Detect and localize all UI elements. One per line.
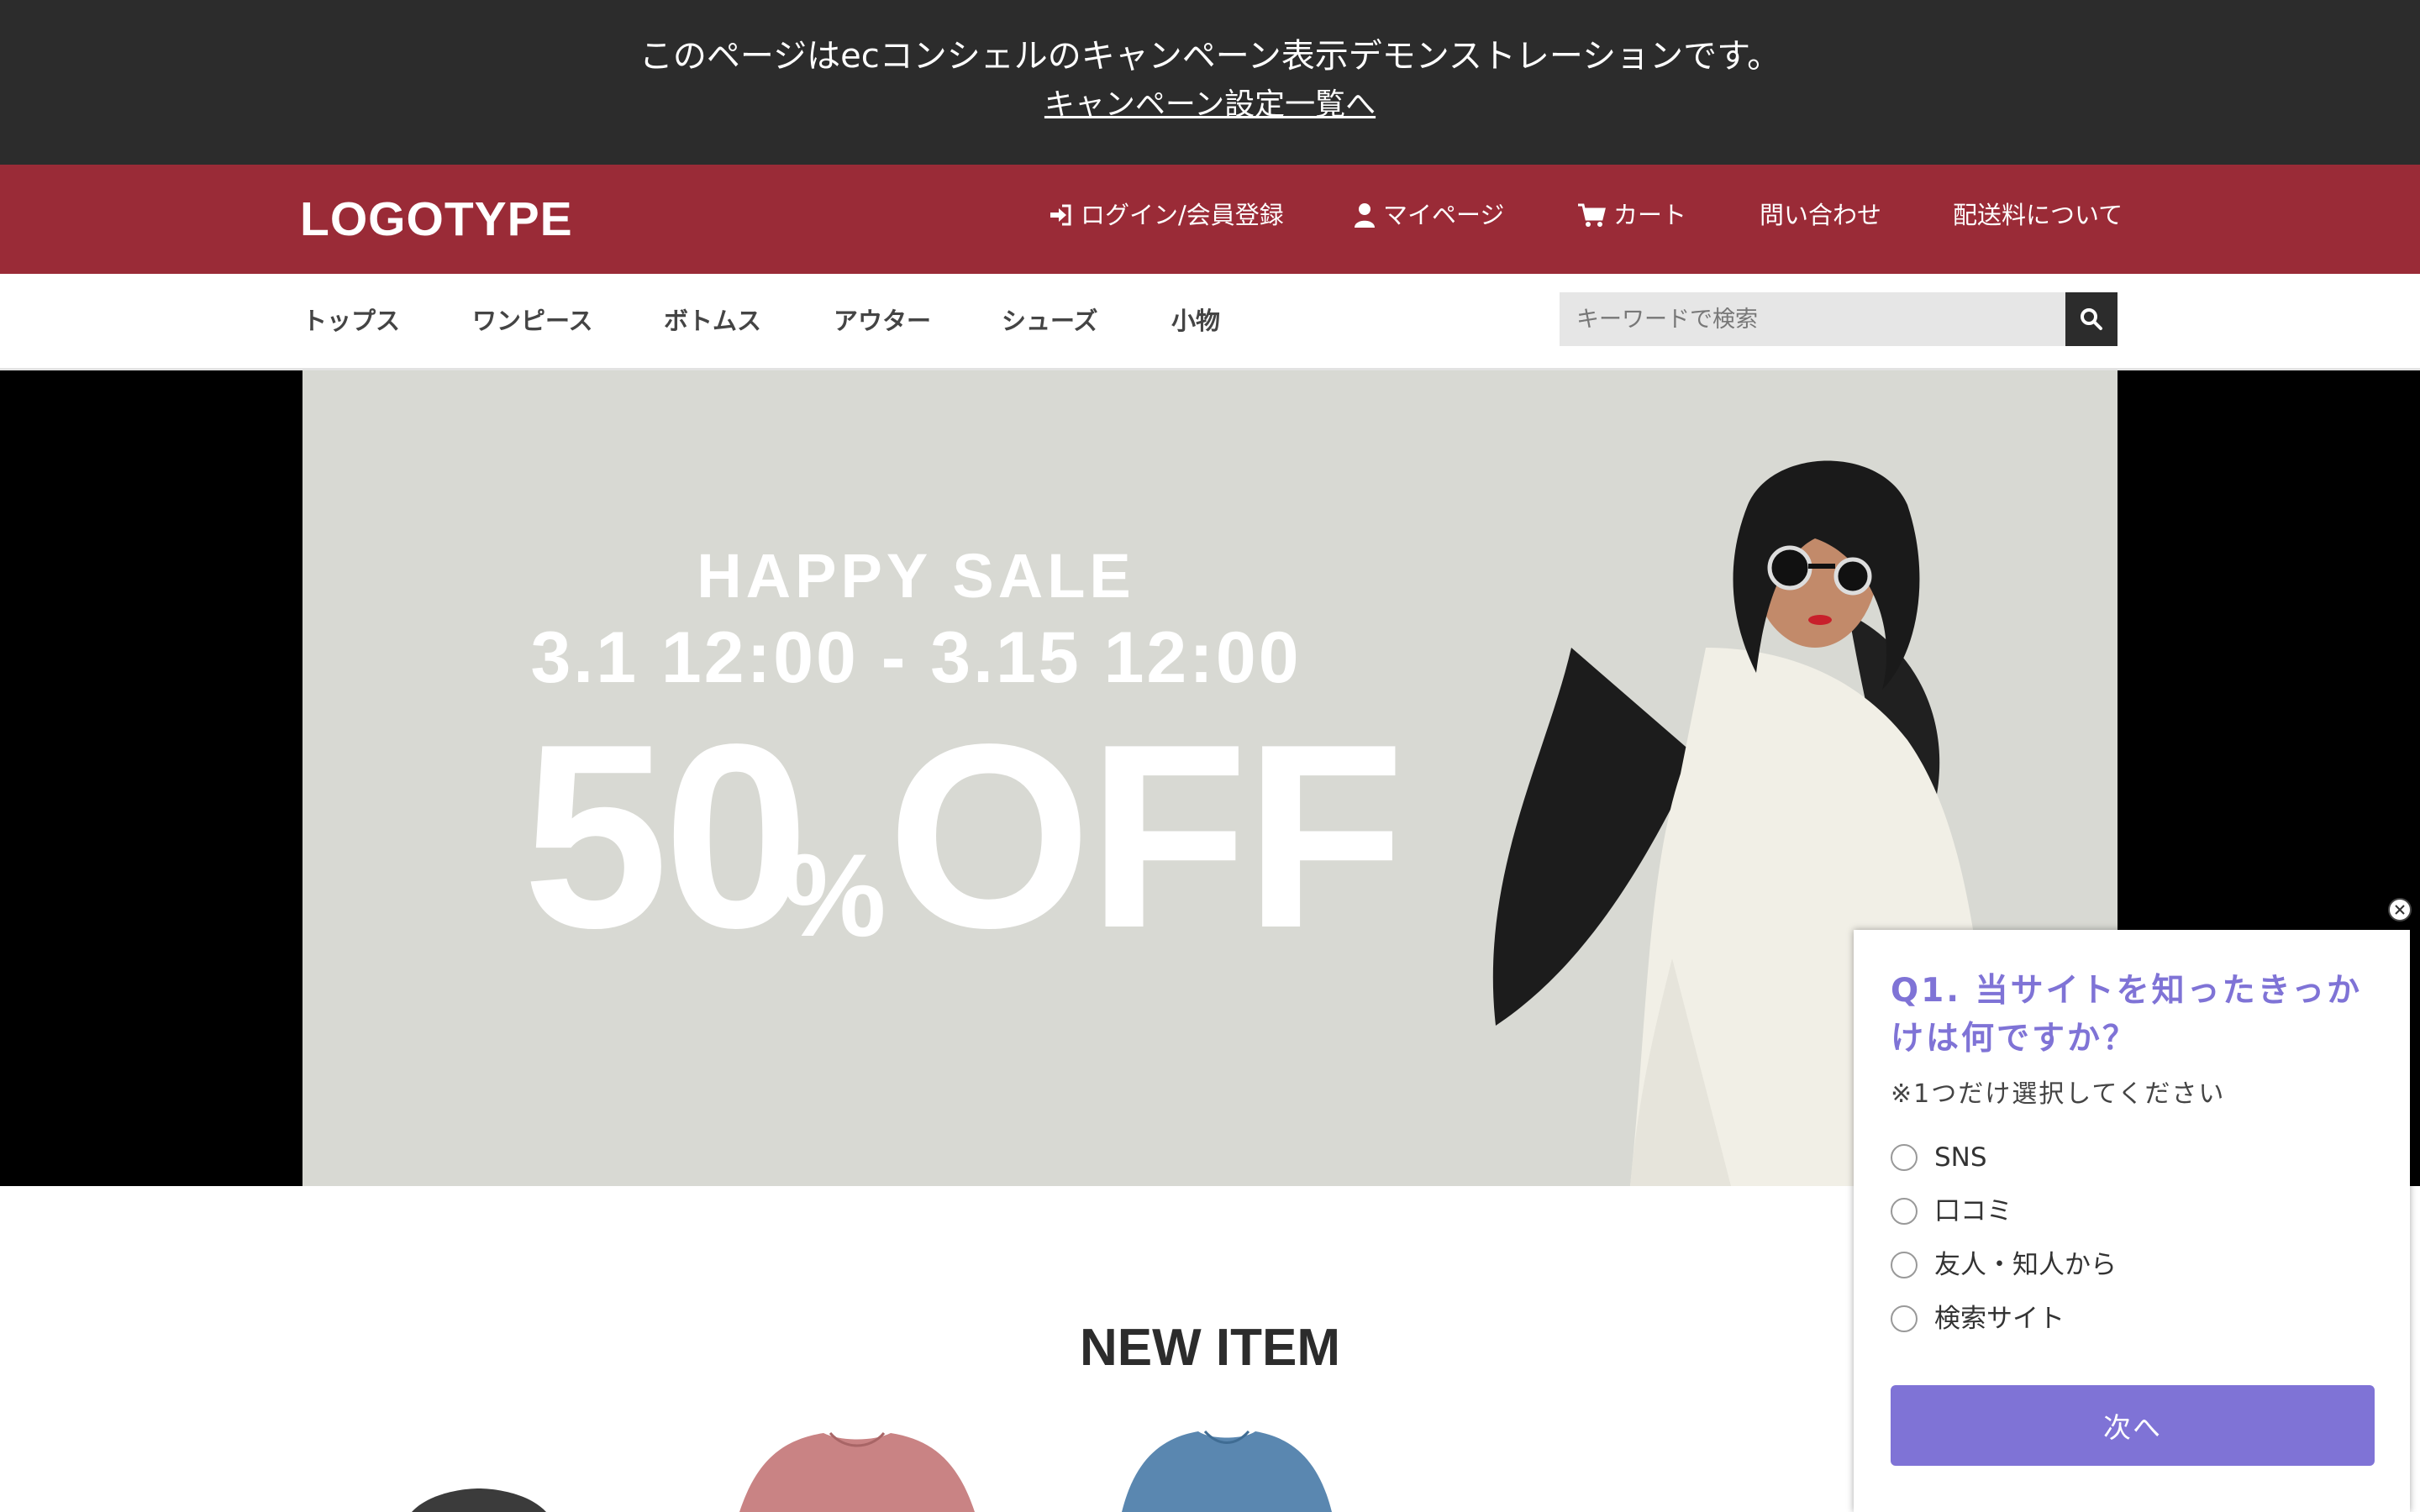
user-icon [1355,203,1375,228]
survey-popup: Q1. 当サイトを知ったきっかけは何ですか？ ※1つだけ選択してください SNS… [1854,930,2410,1512]
cart-link[interactable]: カート [1576,198,1686,232]
category-shoes[interactable]: シューズ [1002,302,1098,339]
mypage-link[interactable]: マイページ [1353,198,1504,232]
survey-option-word-of-mouth[interactable]: 口コミ [1891,1194,2012,1228]
hero-banner[interactable]: HAPPY SALE 3.1 12:00 - 3.15 12:00 50 % O… [302,370,2118,1186]
survey-option-label: SNS [1934,1142,1987,1173]
hero-discount-word: OFF [887,690,1405,983]
survey-option-label: 口コミ [1934,1196,2012,1226]
search-input[interactable] [1560,292,2065,346]
cart-icon [1578,203,1606,227]
demo-banner: このページはecコンシェルのキャンペーン表示デモンストレーションです。 キャンペ… [0,0,2420,165]
product-thumbnail[interactable] [1118,1425,1336,1512]
radio-button[interactable] [1891,1144,1918,1171]
category-nav: トップス ワンピース ボトムス アウター シューズ 小物 [0,274,2420,370]
hero-discount-number: 50 [523,690,809,983]
survey-close-button[interactable] [2388,898,2412,921]
hero-sale-title: HAPPY SALE [697,541,1135,611]
login-register-link[interactable]: ログイン/会員登録 [1047,198,1284,232]
category-outer[interactable]: アウター [834,302,931,339]
demo-banner-message: このページはecコンシェルのキャンペーン表示デモンストレーションです。 [639,37,1781,76]
category-accessories[interactable]: 小物 [1171,302,1220,339]
survey-next-button[interactable]: 次へ [1891,1385,2375,1466]
survey-option-sns[interactable]: SNS [1891,1141,1987,1174]
contact-link[interactable]: 問い合わせ [1760,198,1881,232]
shipping-fee-link[interactable]: 配送料について [1953,198,2123,232]
site-header: LOGOTYPE ログイン/会員登録 マイページ カート 問い合わせ 配送料につ… [0,165,2420,274]
campaign-list-link[interactable]: キャンペーン設定一覧へ [1044,87,1376,122]
search-button[interactable] [2065,292,2118,346]
search-icon [2081,308,2102,330]
survey-note: ※1つだけ選択してください [1891,1079,2226,1109]
site-logo[interactable]: LOGOTYPE [300,190,573,249]
hero-discount-percent: % [781,829,886,961]
category-bottoms[interactable]: ボトムス [664,302,761,339]
product-thumbnail[interactable] [395,1478,563,1512]
survey-question: Q1. 当サイトを知ったきっかけは何ですか？ [1891,972,2363,1058]
product-thumbnail[interactable] [731,1428,983,1512]
hero-sale-period: 3.1 12:00 - 3.15 12:00 [530,617,1302,698]
login-register-label: ログイン/会員登録 [1081,201,1284,229]
mypage-label: マイページ [1383,201,1505,229]
shipping-fee-label: 配送料について [1953,201,2123,229]
category-onepiece[interactable]: ワンピース [472,302,593,339]
contact-label: 問い合わせ [1760,201,1882,229]
survey-option-friends[interactable]: 友人・知人から [1891,1248,2117,1282]
sign-in-icon [1050,204,1071,226]
radio-button[interactable] [1891,1198,1918,1225]
radio-button[interactable] [1891,1252,1918,1278]
category-tops[interactable]: トップス [302,302,400,339]
radio-button[interactable] [1891,1305,1918,1332]
cart-label: カート [1613,201,1687,229]
close-icon [2395,905,2405,915]
survey-option-label: 友人・知人から [1934,1250,2117,1280]
survey-option-label: 検索サイト [1934,1304,2065,1334]
survey-option-search-site[interactable]: 検索サイト [1891,1302,2065,1336]
